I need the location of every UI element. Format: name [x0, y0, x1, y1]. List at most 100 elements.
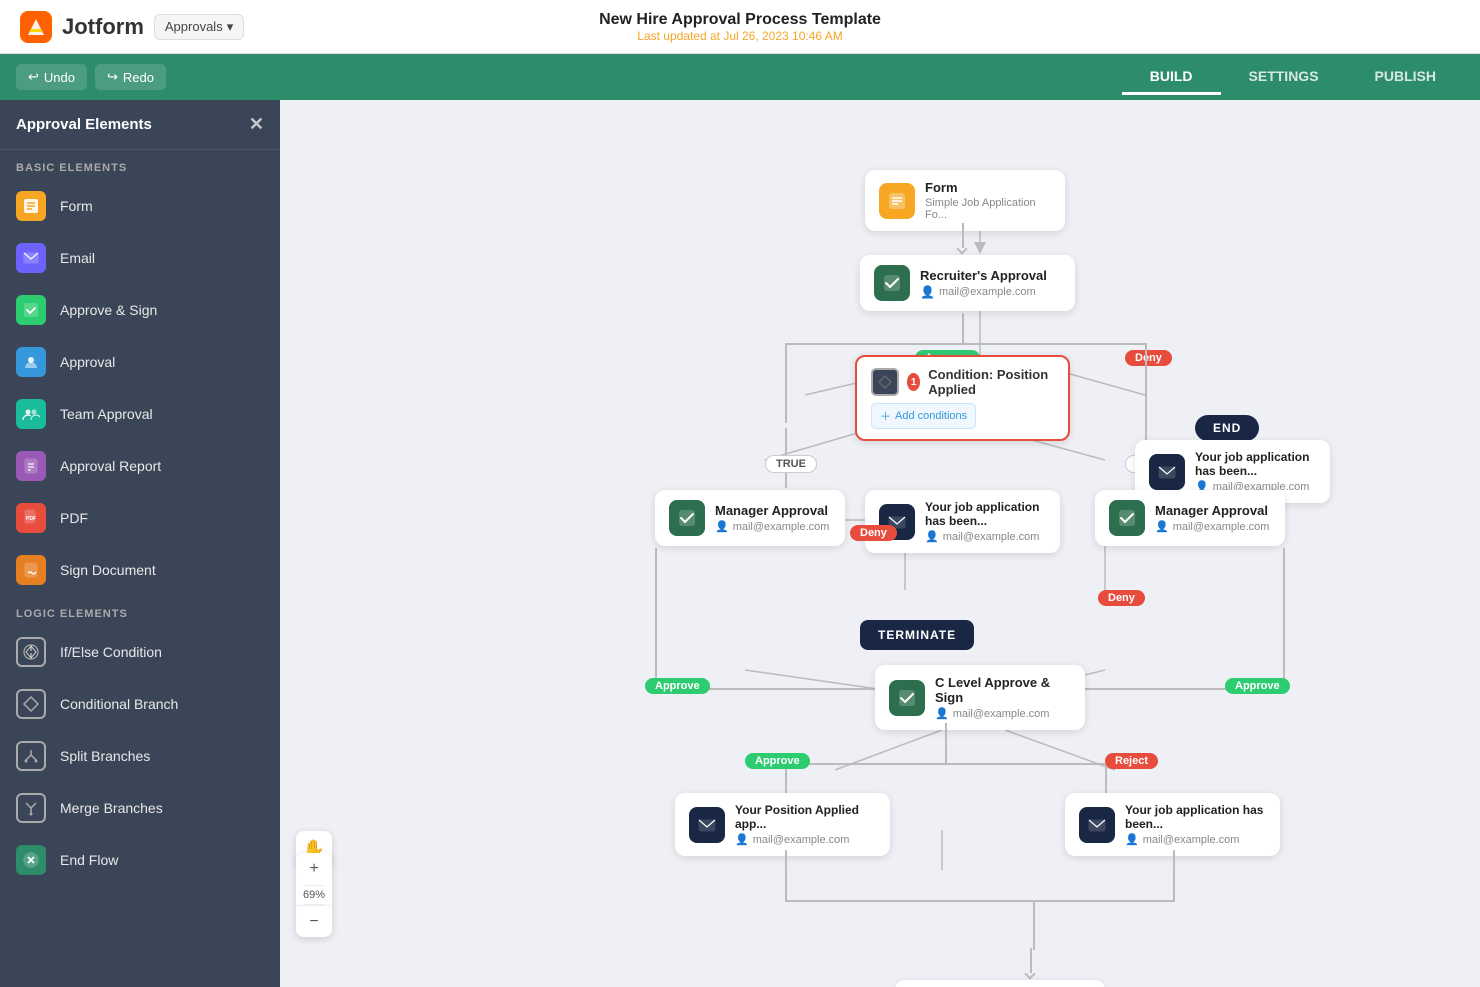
end-flow-icon — [16, 845, 46, 875]
sidebar-pdf-label: PDF — [60, 510, 88, 526]
right-down — [1283, 548, 1285, 688]
email-denied-right-icon — [1149, 454, 1185, 490]
reject-horiz — [1035, 900, 1175, 902]
clevel-node[interactable]: C Level Approve & Sign 👤 mail@example.co… — [875, 665, 1085, 730]
form-final-node[interactable]: Form Title Recruitment Re... 👤 mail@exam… — [895, 980, 1105, 987]
canvas: Form Simple Job Application Fo... Recrui… — [280, 100, 1480, 987]
email-approved-bottom-node[interactable]: Your Position Applied app... 👤 mail@exam… — [675, 793, 890, 856]
email-approved-bottom-content: Your Position Applied app... 👤 mail@exam… — [735, 803, 876, 846]
approval-icon — [16, 347, 46, 377]
zoom-out-button[interactable]: − — [296, 905, 332, 937]
sidebar-item-approval-report[interactable]: Approval Report — [0, 440, 280, 492]
redo-icon: ↪ — [107, 69, 118, 85]
sidebar-header: Approval Elements ✕ — [0, 100, 280, 150]
sign-doc-icon — [16, 555, 46, 585]
sidebar-email-label: Email — [60, 250, 95, 266]
email-icon — [16, 243, 46, 273]
left-vert — [785, 343, 787, 423]
pdf-icon: PDF — [16, 503, 46, 533]
user-icon4: 👤 — [925, 530, 939, 543]
sidebar-item-approval[interactable]: Approval — [0, 336, 280, 388]
to-form-down — [785, 850, 787, 900]
main-layout: Approval Elements ✕ BASIC ELEMENTS Form … — [0, 100, 1480, 987]
condition-node[interactable]: 1 Condition: Position Applied ＋ Add cond… — [855, 355, 1070, 441]
deny-pill-3: Deny — [1098, 590, 1145, 606]
clevel-split — [785, 763, 1105, 765]
sidebar-item-form[interactable]: Form — [0, 180, 280, 232]
tab-publish[interactable]: PUBLISH — [1347, 60, 1464, 95]
approve-pill-3: Approve — [1225, 678, 1290, 694]
form-node[interactable]: Form Simple Job Application Fo... — [865, 170, 1065, 231]
email-center-content: Your job application has been... 👤 mail@… — [925, 500, 1046, 543]
to-form-vert2 — [1033, 900, 1035, 950]
sidebar-item-merge[interactable]: Merge Branches — [0, 782, 280, 834]
top-header: Jotform Approvals ▾ New Hire Approval Pr… — [0, 0, 1480, 54]
email-rejected-bottom-icon — [1079, 807, 1115, 843]
reject-pill-1: Reject — [1105, 753, 1158, 769]
sidebar-item-ifelse[interactable]: If/Else Condition — [0, 626, 280, 678]
sidebar-split-label: Split Branches — [60, 748, 150, 764]
sidebar-item-team-approval[interactable]: Team Approval — [0, 388, 280, 440]
sidebar-approval-label: Approval — [60, 354, 115, 370]
redo-button[interactable]: ↪ Redo — [95, 64, 166, 90]
sidebar-item-conditional[interactable]: Conditional Branch — [0, 678, 280, 730]
ifelse-icon — [16, 637, 46, 667]
condition-icon — [871, 368, 899, 396]
plus-icon: ＋ — [880, 408, 891, 424]
toolbar: ↩ Undo ↪ Redo BUILD SETTINGS PUBLISH — [0, 54, 1480, 100]
page-subtitle: Last updated at Jul 26, 2023 10:46 AM — [599, 29, 881, 43]
logo-text: Jotform — [62, 14, 144, 40]
conditional-icon — [16, 689, 46, 719]
sidebar-item-email[interactable]: Email — [0, 232, 280, 284]
clevel-down — [945, 723, 947, 763]
manager-approval-left-node[interactable]: Manager Approval 👤 mail@example.com — [655, 490, 845, 546]
zoom-in-button[interactable]: + — [296, 853, 332, 885]
form-node-icon — [879, 183, 915, 219]
sidebar-item-sign-doc[interactable]: Sign Document — [0, 544, 280, 596]
sidebar-merge-label: Merge Branches — [60, 800, 163, 816]
sidebar-basic-label: BASIC ELEMENTS — [0, 150, 280, 180]
left-down — [655, 548, 657, 688]
sidebar-item-end-flow[interactable]: End Flow — [0, 834, 280, 886]
page-title: New Hire Approval Process Template — [599, 11, 881, 29]
user-icon6: 👤 — [935, 707, 949, 720]
sidebar-sign-doc-label: Sign Document — [60, 562, 156, 578]
condition-header: 1 Condition: Position Applied — [871, 367, 1054, 397]
sidebar-conditional-label: Conditional Branch — [60, 696, 178, 712]
sidebar-item-approve-sign[interactable]: Approve & Sign — [0, 284, 280, 336]
undo-icon: ↩ — [28, 69, 39, 85]
email-rejected-bottom-content: Your job application has been... 👤 mail@… — [1125, 803, 1266, 846]
sidebar-close-icon[interactable]: ✕ — [249, 114, 264, 135]
terminate-button[interactable]: TERMINATE — [860, 620, 974, 650]
sidebar-approve-sign-label: Approve & Sign — [60, 302, 157, 318]
sidebar-team-approval-label: Team Approval — [60, 406, 153, 422]
undo-button[interactable]: ↩ Undo — [16, 64, 87, 90]
user-icon3: 👤 — [715, 520, 729, 533]
user-icon: 👤 — [920, 285, 935, 299]
approve-pill-2: Approve — [645, 678, 710, 694]
jotform-logo-icon — [20, 11, 52, 43]
end-button[interactable]: END — [1195, 415, 1259, 441]
horiz-split — [785, 343, 1145, 345]
manager-right-icon — [1109, 500, 1145, 536]
merge-icon — [16, 793, 46, 823]
tab-settings[interactable]: SETTINGS — [1221, 60, 1347, 95]
recruiters-approval-node[interactable]: Recruiter's Approval 👤 mail@example.com — [860, 255, 1075, 311]
sidebar: Approval Elements ✕ BASIC ELEMENTS Form … — [0, 100, 280, 987]
email-denied-center-node[interactable]: Your job application has been... 👤 mail@… — [865, 490, 1060, 553]
approvals-dropdown[interactable]: Approvals ▾ — [154, 14, 244, 40]
email-rejected-bottom-node[interactable]: Your job application has been... 👤 mail@… — [1065, 793, 1280, 856]
toolbar-tabs: BUILD SETTINGS PUBLISH — [1122, 60, 1464, 95]
flow-wrapper: Form Simple Job Application Fo... Recrui… — [405, 130, 1355, 987]
tab-build[interactable]: BUILD — [1122, 60, 1221, 95]
svg-text:PDF: PDF — [26, 516, 36, 522]
zoom-level: 69% — [303, 885, 325, 905]
sidebar-item-pdf[interactable]: PDF PDF — [0, 492, 280, 544]
form-icon — [16, 191, 46, 221]
recruiters-approval-icon — [874, 265, 910, 301]
add-conditions-button[interactable]: ＋ Add conditions — [871, 403, 976, 429]
true-pill: TRUE — [765, 455, 817, 473]
sidebar-item-split[interactable]: Split Branches — [0, 730, 280, 782]
user-icon5: 👤 — [1155, 520, 1169, 533]
manager-approval-right-node[interactable]: Manager Approval 👤 mail@example.com — [1095, 490, 1285, 546]
